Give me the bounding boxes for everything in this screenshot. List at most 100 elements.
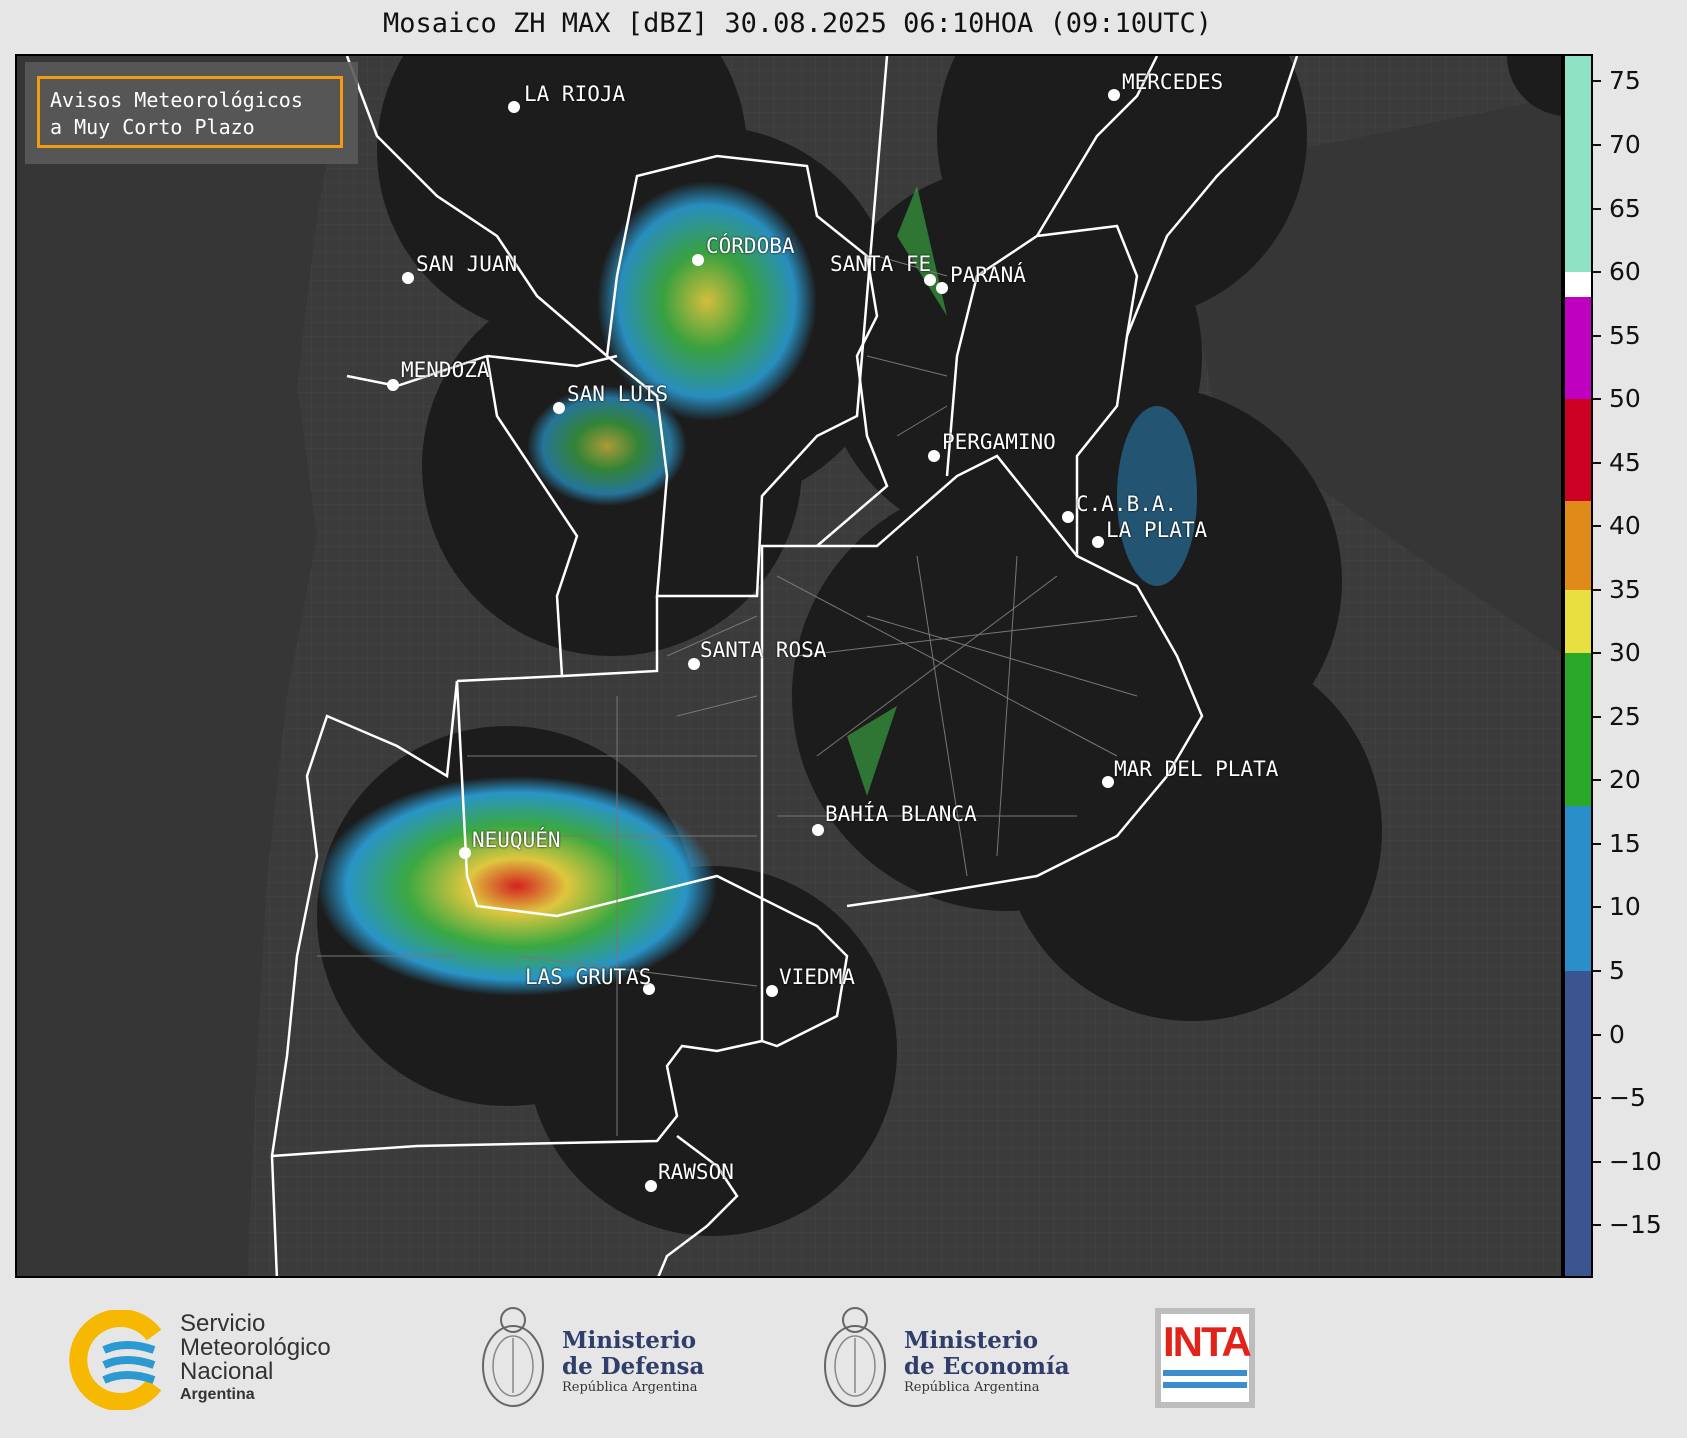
colorbar-tick: 50 [1593,384,1641,414]
city-dot-mendoza [387,379,399,391]
coat-of-arms-icon [482,1307,544,1407]
colorbar-tick: 70 [1593,129,1641,159]
colorbar-tick: 0 [1593,1019,1625,1049]
radar-map[interactable]: Avisos Meteorológicos a Muy Corto Plazo … [15,54,1563,1278]
city-dot-viedma [766,985,778,997]
city-label-santa-fe: SANTA FE [830,252,932,276]
colorbar-tick: 75 [1593,66,1641,96]
colorbar-tick-label: 75 [1609,66,1641,96]
colorbar-band [1565,970,1591,1276]
map-title: Mosaico ZH MAX [dBZ] 30.08.2025 06:10HOA… [382,8,1213,39]
city-label-las-grutas: LAS GRUTAS [525,965,652,989]
colorbar-tick: 60 [1593,257,1641,287]
coat-of-arms-icon [824,1307,886,1407]
colorbar-tick: 20 [1593,765,1641,795]
smn-logo[interactable]: Servicio Meteorológico Nacional Argentin… [66,1310,376,1410]
ministerio-defensa-logo[interactable]: Ministerio de Defensa República Argentin… [478,1298,718,1418]
city-label-mendoza: MENDOZA [401,358,490,382]
colorbar-tick: −5 [1593,1083,1646,1113]
colorbar-tick-label: 5 [1609,956,1625,985]
colorbar-tick-label: 50 [1609,384,1641,414]
defensa-line-1: Ministerio [562,1327,697,1354]
colorbar-tick: 15 [1593,829,1641,858]
colorbar-tick: 30 [1593,638,1641,668]
colorbar-tick-label: 10 [1609,892,1641,922]
footer-logos: Servicio Meteorológico Nacional Argentin… [0,1280,1687,1438]
colorbar-tick-label: 35 [1609,574,1641,604]
warning-box[interactable]: Avisos Meteorológicos a Muy Corto Plazo [25,62,358,164]
colorbar-band [1565,297,1591,400]
colorbar-band [1565,272,1591,298]
colorbar-tick-label: 55 [1609,320,1641,350]
city-label-bahia-blanca: BAHÍA BLANCA [825,802,977,826]
city-dot-san-luis [553,402,565,414]
smn-sub: Argentina [180,1386,255,1403]
city-dot-neuquen [459,847,471,859]
colorbar-tick: 55 [1593,320,1641,350]
ministerio-economia-logo[interactable]: Ministerio de Economía República Argenti… [820,1298,1080,1418]
inta-text: INTA [1163,1318,1252,1365]
city-label-la-plata: LA PLATA [1106,518,1208,542]
city-dot-cordoba [692,254,704,266]
city-label-mercedes: MERCEDES [1122,70,1224,94]
colorbar-tick-label: 65 [1609,193,1641,223]
city-label-neuquen: NEUQUÉN [472,828,561,852]
colorbar-band [1565,589,1591,654]
colorbar-tick-label: 30 [1609,638,1641,668]
colorbar-tick: 45 [1593,447,1641,477]
colorbar-tick: −10 [1593,1146,1662,1176]
economia-line-2: de Economía [904,1353,1070,1380]
city-label-san-juan: SAN JUAN [416,252,518,276]
colorbar-tick: −15 [1593,1210,1662,1240]
colorbar-band [1565,56,1591,273]
city-label-pergamino: PERGAMINO [942,430,1056,454]
defensa-sub: República Argentina [562,1380,698,1395]
smn-line-3: Nacional [180,1358,274,1385]
smn-line-2: Meteorológico [180,1334,331,1361]
colorbar-tick-label: 60 [1609,257,1641,287]
colorbar-tick: 25 [1593,701,1641,731]
colorbar-tick: 40 [1593,511,1641,541]
city-dot-san-juan [402,272,414,284]
colorbar-tick: 35 [1593,574,1641,604]
colorbar-tick-label: 25 [1609,701,1641,731]
economia-line-1: Ministerio [904,1327,1039,1354]
city-label-san-luis: SAN LUIS [567,382,669,406]
colorbar-tick-label: 40 [1609,511,1641,541]
city-label-rawson: RAWSON [658,1160,734,1184]
city-label-santa-rosa: SANTA ROSA [700,638,827,662]
colorbar-tick-label: 20 [1609,765,1641,795]
city-dot-caba [1062,511,1074,523]
colorbar-band [1565,399,1591,501]
defensa-line-2: de Defensa [562,1353,705,1380]
warning-box-text: Avisos Meteorológicos a Muy Corto Plazo [37,76,343,148]
colorbar-tick-label: −15 [1609,1210,1662,1240]
colorbar-band [1565,500,1591,590]
colorbar [1563,54,1593,1278]
colorbar-tick: 5 [1593,956,1625,985]
colorbar-tick-label: 45 [1609,447,1641,477]
colorbar-tick: 65 [1593,193,1641,223]
city-dot-parana [936,282,948,294]
inta-logo[interactable]: INTA [1155,1308,1255,1408]
warning-line-1: Avisos Meteorológicos [50,88,303,112]
city-dot-bahia-blanca [812,824,824,836]
colorbar-tick-label: 70 [1609,129,1641,159]
economia-sub: República Argentina [904,1380,1040,1395]
colorbar-tick-label: −10 [1609,1146,1662,1176]
city-label-viedma: VIEDMA [779,965,855,989]
city-dot-la-plata [1092,536,1104,548]
city-label-parana: PARANÁ [950,263,1026,287]
warning-line-2: a Muy Corto Plazo [50,115,255,139]
colorbar-band [1565,653,1591,806]
smn-emblem-icon [69,1310,162,1410]
city-dot-la-rioja [508,101,520,113]
city-dot-mar-del-plata [1102,776,1114,788]
city-dot-pergamino [928,450,940,462]
colorbar-tick-label: −5 [1609,1083,1646,1113]
colorbar-tick-label: 0 [1609,1019,1625,1049]
colorbar-tick: 10 [1593,892,1641,922]
city-dot-santa-rosa [688,658,700,670]
smn-line-1: Servicio [180,1310,266,1337]
city-label-cordoba: CÓRDOBA [706,234,795,258]
